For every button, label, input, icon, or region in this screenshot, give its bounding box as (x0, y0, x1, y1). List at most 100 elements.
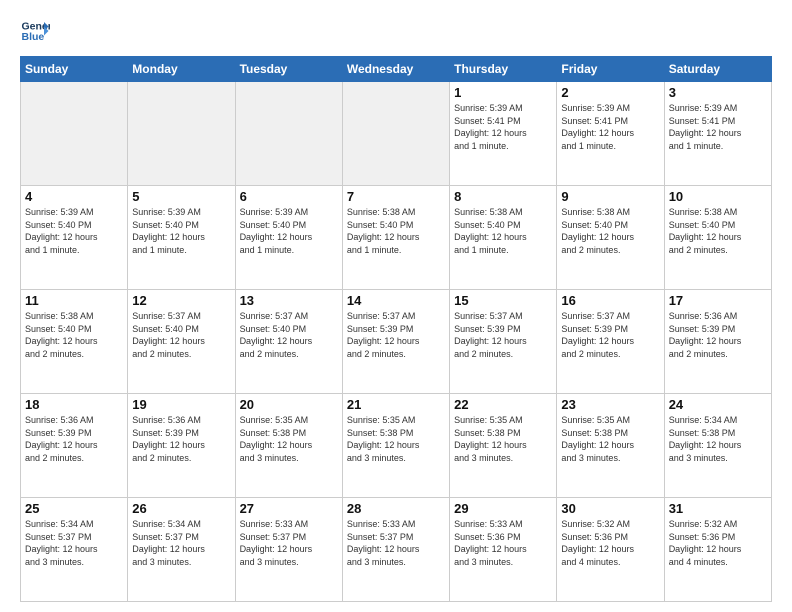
logo: General Blue (20, 16, 54, 46)
day-info: Sunrise: 5:35 AM Sunset: 5:38 PM Dayligh… (454, 414, 552, 464)
day-info: Sunrise: 5:39 AM Sunset: 5:40 PM Dayligh… (132, 206, 230, 256)
calendar-cell (21, 82, 128, 186)
day-number: 24 (669, 397, 767, 412)
day-number: 2 (561, 85, 659, 100)
day-number: 9 (561, 189, 659, 204)
weekday-header-tuesday: Tuesday (235, 57, 342, 82)
day-number: 4 (25, 189, 123, 204)
day-info: Sunrise: 5:38 AM Sunset: 5:40 PM Dayligh… (561, 206, 659, 256)
day-number: 6 (240, 189, 338, 204)
calendar-cell: 6Sunrise: 5:39 AM Sunset: 5:40 PM Daylig… (235, 186, 342, 290)
weekday-header-thursday: Thursday (450, 57, 557, 82)
calendar-cell: 4Sunrise: 5:39 AM Sunset: 5:40 PM Daylig… (21, 186, 128, 290)
weekday-header-friday: Friday (557, 57, 664, 82)
day-number: 1 (454, 85, 552, 100)
day-info: Sunrise: 5:35 AM Sunset: 5:38 PM Dayligh… (240, 414, 338, 464)
calendar-cell: 5 Sunrise: 5:39 AM Sunset: 5:40 PM Daylig… (128, 186, 235, 290)
day-number: 19 (132, 397, 230, 412)
day-number: 21 (347, 397, 445, 412)
calendar-week-4: 18Sunrise: 5:36 AM Sunset: 5:39 PM Dayli… (21, 394, 772, 498)
day-number: 16 (561, 293, 659, 308)
calendar-cell: 2Sunrise: 5:39 AM Sunset: 5:41 PM Daylig… (557, 82, 664, 186)
calendar-cell: 25 Sunrise: 5:34 AM Sunset: 5:37 PM Dayli… (21, 498, 128, 602)
weekday-header-saturday: Saturday (664, 57, 771, 82)
day-info: Sunrise: 5:38 AM Sunset: 5:40 PM Dayligh… (25, 310, 123, 360)
day-info: Sunrise: 5:38 AM Sunset: 5:40 PM Dayligh… (347, 206, 445, 256)
logo-icon: General Blue (20, 16, 50, 46)
day-info: Sunrise: 5:34 AM Sunset: 5:38 PM Dayligh… (669, 414, 767, 464)
calendar-cell (235, 82, 342, 186)
calendar-cell: 23Sunrise: 5:35 AM Sunset: 5:38 PM Dayli… (557, 394, 664, 498)
page: General Blue SundayMondayTuesdayWednesda… (0, 0, 792, 612)
day-number: 31 (669, 501, 767, 516)
calendar-cell: 29Sunrise: 5:33 AM Sunset: 5:36 PM Dayli… (450, 498, 557, 602)
calendar-cell: 15Sunrise: 5:37 AM Sunset: 5:39 PM Dayli… (450, 290, 557, 394)
calendar-cell: 7 Sunrise: 5:38 AM Sunset: 5:40 PM Daylig… (342, 186, 449, 290)
day-info: Sunrise: 5:37 AM Sunset: 5:40 PM Dayligh… (240, 310, 338, 360)
day-number: 5 (132, 189, 230, 204)
calendar-cell: 1 Sunrise: 5:39 AM Sunset: 5:41 PM Daylig… (450, 82, 557, 186)
day-info: Sunrise: 5:37 AM Sunset: 5:39 PM Dayligh… (561, 310, 659, 360)
calendar-cell: 24 Sunrise: 5:34 AM Sunset: 5:38 PM Dayli… (664, 394, 771, 498)
calendar-week-3: 11 Sunrise: 5:38 AM Sunset: 5:40 PM Dayli… (21, 290, 772, 394)
weekday-header-wednesday: Wednesday (342, 57, 449, 82)
header: General Blue (20, 16, 772, 46)
calendar-cell: 22Sunrise: 5:35 AM Sunset: 5:38 PM Dayli… (450, 394, 557, 498)
calendar-cell: 9 Sunrise: 5:38 AM Sunset: 5:40 PM Daylig… (557, 186, 664, 290)
svg-text:Blue: Blue (22, 31, 45, 43)
day-info: Sunrise: 5:33 AM Sunset: 5:37 PM Dayligh… (240, 518, 338, 568)
day-info: Sunrise: 5:32 AM Sunset: 5:36 PM Dayligh… (669, 518, 767, 568)
day-number: 12 (132, 293, 230, 308)
day-info: Sunrise: 5:36 AM Sunset: 5:39 PM Dayligh… (132, 414, 230, 464)
day-info: Sunrise: 5:32 AM Sunset: 5:36 PM Dayligh… (561, 518, 659, 568)
calendar-cell: 13 Sunrise: 5:37 AM Sunset: 5:40 PM Dayli… (235, 290, 342, 394)
day-number: 13 (240, 293, 338, 308)
day-info: Sunrise: 5:39 AM Sunset: 5:41 PM Dayligh… (669, 102, 767, 152)
day-info: Sunrise: 5:34 AM Sunset: 5:37 PM Dayligh… (25, 518, 123, 568)
calendar-cell (128, 82, 235, 186)
day-number: 17 (669, 293, 767, 308)
calendar-cell: 31 Sunrise: 5:32 AM Sunset: 5:36 PM Dayli… (664, 498, 771, 602)
day-number: 11 (25, 293, 123, 308)
day-number: 26 (132, 501, 230, 516)
calendar-cell: 12Sunrise: 5:37 AM Sunset: 5:40 PM Dayli… (128, 290, 235, 394)
calendar-week-2: 4 Sunrise: 5:39 AM Sunset: 5:40 PM Daylig… (21, 186, 772, 290)
calendar-cell: 20Sunrise: 5:35 AM Sunset: 5:38 PM Dayli… (235, 394, 342, 498)
calendar-cell: 8 Sunrise: 5:38 AM Sunset: 5:40 PM Daylig… (450, 186, 557, 290)
day-info: Sunrise: 5:37 AM Sunset: 5:39 PM Dayligh… (347, 310, 445, 360)
calendar-cell: 17 Sunrise: 5:36 AM Sunset: 5:39 PM Dayli… (664, 290, 771, 394)
calendar-cell: 3Sunrise: 5:39 AM Sunset: 5:41 PM Daylig… (664, 82, 771, 186)
day-number: 25 (25, 501, 123, 516)
day-number: 28 (347, 501, 445, 516)
day-number: 7 (347, 189, 445, 204)
calendar-cell: 28Sunrise: 5:33 AM Sunset: 5:37 PM Dayli… (342, 498, 449, 602)
weekday-header-row: SundayMondayTuesdayWednesdayThursdayFrid… (21, 57, 772, 82)
day-info: Sunrise: 5:36 AM Sunset: 5:39 PM Dayligh… (669, 310, 767, 360)
day-info: Sunrise: 5:38 AM Sunset: 5:40 PM Dayligh… (669, 206, 767, 256)
day-info: Sunrise: 5:37 AM Sunset: 5:39 PM Dayligh… (454, 310, 552, 360)
calendar-cell: 27 Sunrise: 5:33 AM Sunset: 5:37 PM Dayli… (235, 498, 342, 602)
calendar-cell (342, 82, 449, 186)
day-info: Sunrise: 5:38 AM Sunset: 5:40 PM Dayligh… (454, 206, 552, 256)
day-info: Sunrise: 5:36 AM Sunset: 5:39 PM Dayligh… (25, 414, 123, 464)
day-info: Sunrise: 5:34 AM Sunset: 5:37 PM Dayligh… (132, 518, 230, 568)
calendar-cell: 19 Sunrise: 5:36 AM Sunset: 5:39 PM Dayli… (128, 394, 235, 498)
calendar-cell: 26 Sunrise: 5:34 AM Sunset: 5:37 PM Dayli… (128, 498, 235, 602)
calendar-cell: 21 Sunrise: 5:35 AM Sunset: 5:38 PM Dayli… (342, 394, 449, 498)
calendar-cell: 11 Sunrise: 5:38 AM Sunset: 5:40 PM Dayli… (21, 290, 128, 394)
day-info: Sunrise: 5:39 AM Sunset: 5:41 PM Dayligh… (454, 102, 552, 152)
day-info: Sunrise: 5:35 AM Sunset: 5:38 PM Dayligh… (347, 414, 445, 464)
day-number: 14 (347, 293, 445, 308)
calendar-cell: 30 Sunrise: 5:32 AM Sunset: 5:36 PM Dayli… (557, 498, 664, 602)
day-number: 27 (240, 501, 338, 516)
calendar-cell: 14 Sunrise: 5:37 AM Sunset: 5:39 PM Dayli… (342, 290, 449, 394)
day-number: 30 (561, 501, 659, 516)
calendar-week-1: 1 Sunrise: 5:39 AM Sunset: 5:41 PM Daylig… (21, 82, 772, 186)
day-number: 8 (454, 189, 552, 204)
day-info: Sunrise: 5:33 AM Sunset: 5:36 PM Dayligh… (454, 518, 552, 568)
calendar-cell: 10Sunrise: 5:38 AM Sunset: 5:40 PM Dayli… (664, 186, 771, 290)
calendar-table: SundayMondayTuesdayWednesdayThursdayFrid… (20, 56, 772, 602)
calendar-week-5: 25 Sunrise: 5:34 AM Sunset: 5:37 PM Dayli… (21, 498, 772, 602)
calendar-cell: 18Sunrise: 5:36 AM Sunset: 5:39 PM Dayli… (21, 394, 128, 498)
calendar-cell: 16 Sunrise: 5:37 AM Sunset: 5:39 PM Dayli… (557, 290, 664, 394)
